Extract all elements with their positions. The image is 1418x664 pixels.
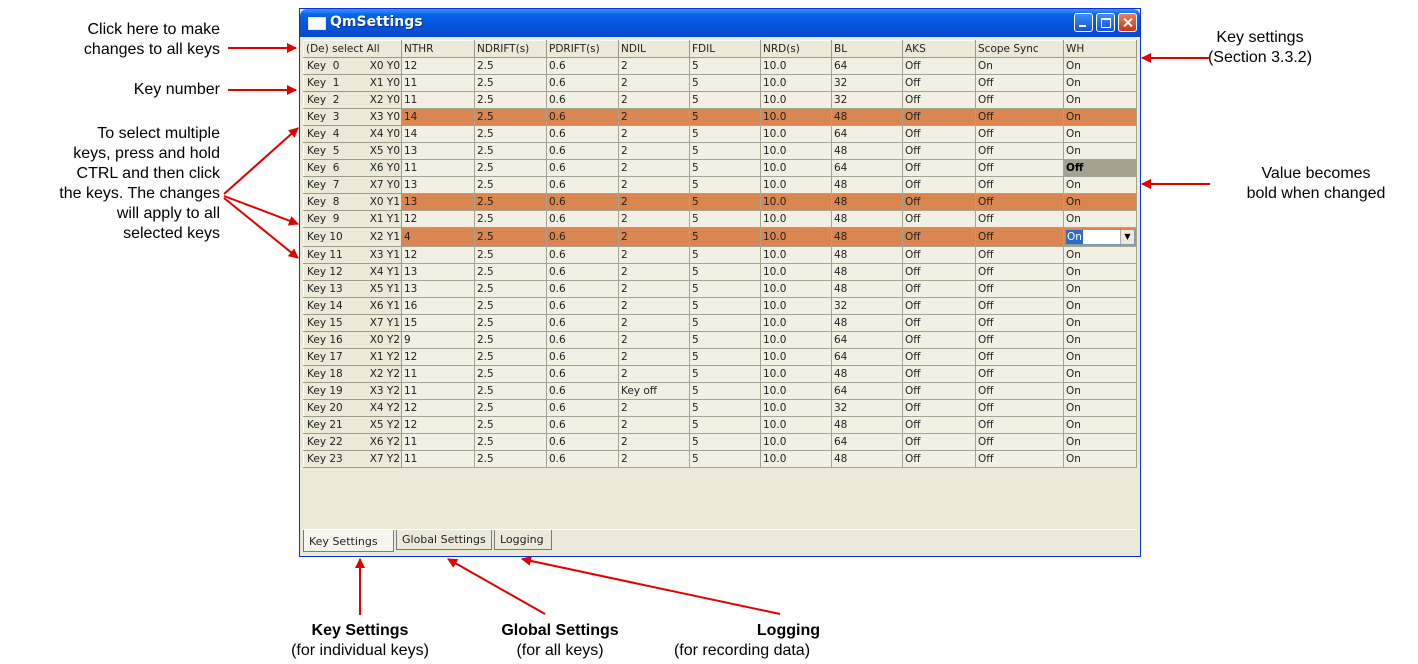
arrow-multi-key3 xyxy=(223,127,299,195)
arrow-multi-key8 xyxy=(223,195,299,226)
arrow-logging-tab xyxy=(521,555,781,615)
arrow-multi-key10 xyxy=(223,197,299,259)
arrow-global-settings-tab xyxy=(447,558,546,615)
annotation-arrows xyxy=(223,43,1210,615)
